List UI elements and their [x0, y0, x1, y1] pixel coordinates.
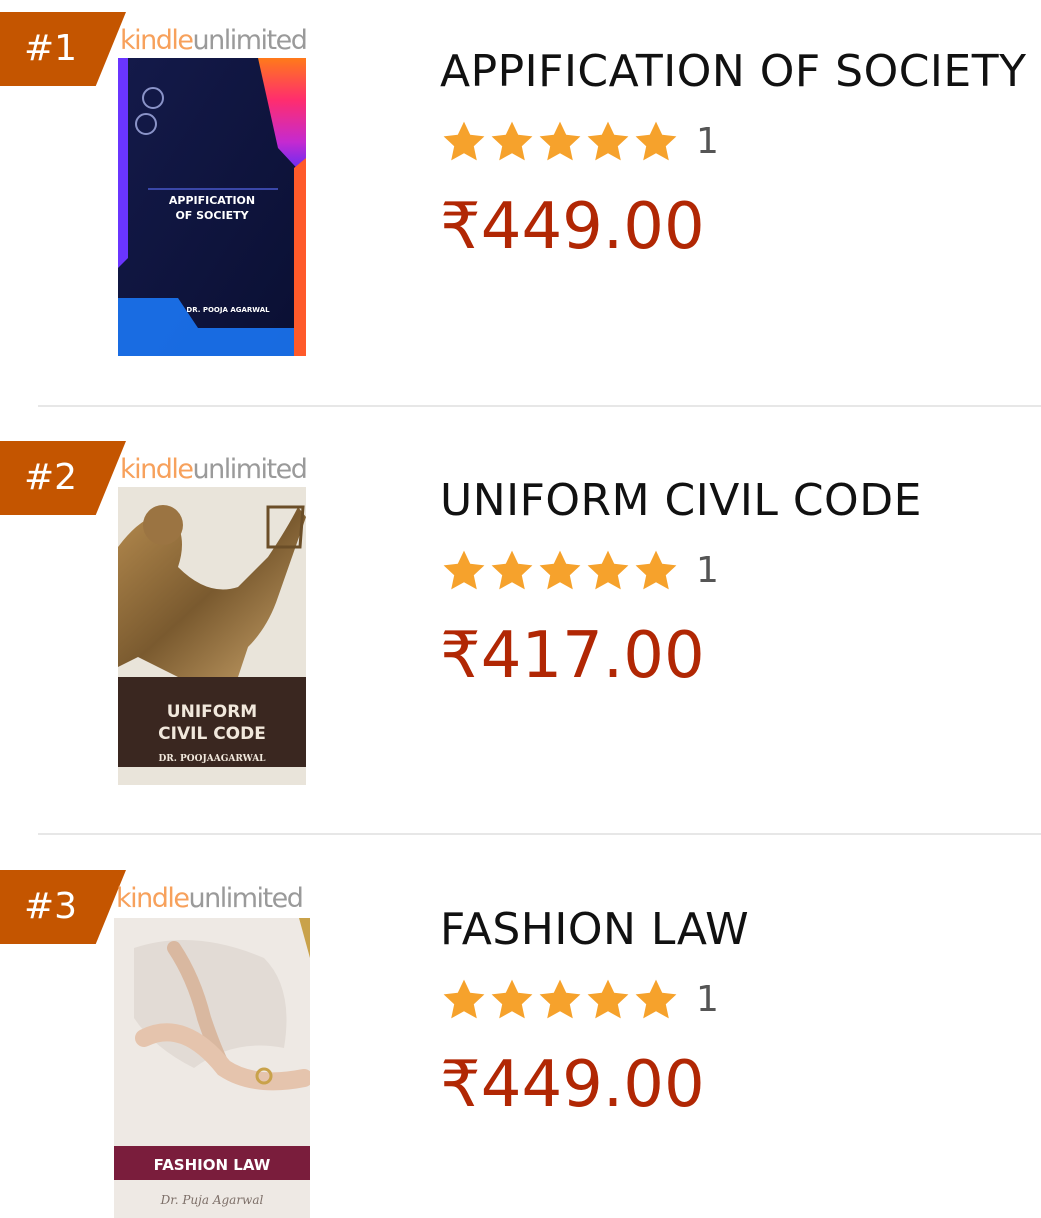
unlimited-text: unlimited — [192, 454, 308, 485]
rank-badge: #2 — [0, 441, 126, 515]
kindle-text: kindle — [120, 25, 194, 56]
book-title[interactable]: UNIFORM CIVIL CODE — [440, 475, 922, 526]
rating-count[interactable]: 1 — [696, 550, 719, 591]
price: ₹449.00 — [440, 190, 705, 264]
star-icon — [536, 118, 584, 166]
star-icon — [488, 976, 536, 1024]
list-item[interactable]: #2 kindleunlimited UNIFORM CIVIL CODE DR… — [0, 429, 1041, 857]
divider — [38, 833, 1041, 835]
kindle-text: kindle — [120, 454, 194, 485]
cover-title: OF SOCIETY — [175, 209, 249, 222]
cover-author: DR. POOJA AGARWAL — [186, 306, 270, 314]
divider — [38, 405, 1041, 407]
cover-title: FASHION LAW — [154, 1156, 271, 1174]
star-icon — [536, 547, 584, 595]
star-icon — [488, 118, 536, 166]
book-cover[interactable]: APPIFICATION OF SOCIETY DR. POOJA AGARWA… — [118, 58, 306, 356]
star-icon — [584, 118, 632, 166]
price: ₹449.00 — [440, 1048, 705, 1122]
star-rating[interactable] — [440, 118, 680, 166]
star-icon — [440, 118, 488, 166]
cover-title: CIVIL CODE — [158, 724, 266, 744]
star-icon — [632, 547, 680, 595]
star-icon — [632, 118, 680, 166]
book-title[interactable]: APPIFICATION OF SOCIETY — [440, 46, 1026, 97]
star-rating[interactable] — [440, 976, 680, 1024]
rank-badge: #1 — [0, 12, 126, 86]
star-icon — [632, 976, 680, 1024]
cover-title: UNIFORM — [167, 702, 257, 722]
list-item[interactable]: #3 kindleunlimited FASHION LAW Dr. Puja … — [0, 858, 1041, 1218]
kindle-unlimited-logo: kindleunlimited — [120, 24, 308, 58]
list-item[interactable]: #1 kindleunlimited APPIFICATION OF SOCIE… — [0, 0, 1041, 428]
book-cover[interactable]: UNIFORM CIVIL CODE DR. POOJAAGARWAL — [118, 487, 306, 785]
rating-count[interactable]: 1 — [696, 121, 719, 162]
star-icon — [440, 547, 488, 595]
cover-author: Dr. Puja Agarwal — [160, 1193, 264, 1207]
book-cover[interactable]: FASHION LAW Dr. Puja Agarwal — [114, 918, 310, 1218]
price: ₹417.00 — [440, 619, 705, 693]
kindle-unlimited-logo: kindleunlimited — [116, 882, 304, 916]
star-icon — [584, 547, 632, 595]
rank-badge: #3 — [0, 870, 126, 944]
star-rating[interactable] — [440, 547, 680, 595]
cover-title: APPIFICATION — [169, 194, 255, 207]
cover-author: DR. POOJAAGARWAL — [158, 754, 266, 764]
star-icon — [488, 547, 536, 595]
star-icon — [584, 976, 632, 1024]
book-title[interactable]: FASHION LAW — [440, 904, 749, 955]
unlimited-text: unlimited — [188, 883, 304, 914]
kindle-unlimited-logo: kindleunlimited — [120, 453, 308, 487]
star-icon — [536, 976, 584, 1024]
unlimited-text: unlimited — [192, 25, 308, 56]
kindle-text: kindle — [116, 883, 190, 914]
rating-count[interactable]: 1 — [696, 979, 719, 1020]
star-icon — [440, 976, 488, 1024]
